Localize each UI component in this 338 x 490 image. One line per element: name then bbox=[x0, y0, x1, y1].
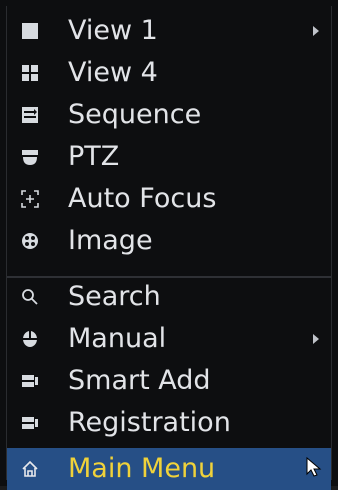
menu-item-label: View 4 bbox=[68, 57, 158, 88]
menu-item-label: Search bbox=[68, 281, 161, 312]
menu-item-label: View 1 bbox=[68, 15, 158, 46]
quad-view-icon bbox=[21, 64, 39, 82]
auto-focus-icon bbox=[21, 190, 39, 208]
menu-item-label: Manual bbox=[68, 323, 167, 354]
sequence-icon bbox=[21, 106, 39, 124]
search-icon bbox=[21, 288, 39, 306]
menu-item-label: Registration bbox=[68, 407, 231, 438]
menu-item-search[interactable]: Search bbox=[7, 276, 331, 318]
registration-icon bbox=[21, 414, 39, 432]
single-view-icon bbox=[21, 22, 39, 40]
menu-item-smart-add[interactable]: Smart Add bbox=[7, 360, 331, 402]
context-menu-frame: View 1 View 4 Sequence PTZ Auto Focus Im… bbox=[0, 0, 338, 490]
menu-item-view-4[interactable]: View 4 bbox=[7, 52, 331, 94]
smart-add-icon bbox=[21, 372, 39, 390]
ptz-icon bbox=[21, 148, 39, 166]
menu-item-view-1[interactable]: View 1 bbox=[7, 10, 331, 52]
submenu-arrow-icon bbox=[313, 26, 319, 36]
manual-icon bbox=[21, 330, 39, 348]
menu-item-label: PTZ bbox=[68, 141, 120, 172]
image-icon bbox=[21, 232, 39, 250]
menu-item-image[interactable]: Image bbox=[7, 220, 331, 262]
menu-item-auto-focus[interactable]: Auto Focus bbox=[7, 178, 331, 220]
menu-item-main-menu[interactable]: Main Menu bbox=[7, 448, 331, 490]
menu-item-registration[interactable]: Registration bbox=[7, 402, 331, 444]
menu-item-ptz[interactable]: PTZ bbox=[7, 136, 331, 178]
menu-item-manual[interactable]: Manual bbox=[7, 318, 331, 360]
menu-item-label: Image bbox=[68, 225, 153, 256]
menu-item-sequence[interactable]: Sequence bbox=[7, 94, 331, 136]
menu-item-label: Auto Focus bbox=[68, 183, 217, 214]
mouse-cursor-icon bbox=[303, 456, 325, 478]
menu-item-label: Smart Add bbox=[68, 365, 211, 396]
home-icon bbox=[21, 460, 39, 478]
context-menu: View 1 View 4 Sequence PTZ Auto Focus Im… bbox=[6, 6, 332, 490]
submenu-arrow-icon bbox=[313, 334, 319, 344]
menu-item-label: Main Menu bbox=[68, 453, 216, 484]
menu-item-label: Sequence bbox=[68, 99, 202, 130]
